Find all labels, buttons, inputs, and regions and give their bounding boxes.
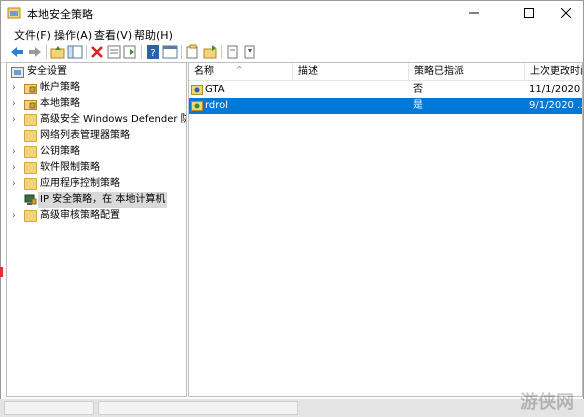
toolbar-separator (86, 45, 87, 59)
forward-icon[interactable] (27, 44, 43, 60)
folder-icon (24, 210, 37, 222)
cell-assigned: 是 (413, 100, 423, 111)
cell-name: rdrol (205, 100, 229, 111)
background-pane (4, 401, 94, 415)
chevron-right-icon[interactable]: › (12, 176, 22, 192)
policy-folder-icon (24, 84, 37, 94)
security-settings-icon (11, 67, 24, 78)
tree-item-label: IP 安全策略，在 本地计算机 (38, 192, 168, 208)
tree-item-label: 安全设置 (27, 66, 67, 77)
column-header-name[interactable]: 名称 ^ (189, 63, 293, 80)
assign-policy-icon[interactable] (202, 44, 218, 60)
close-button[interactable] (549, 1, 582, 25)
policy-list: 名称 ^ 描述 策略已指派 上次更改时间 GTA 否 11/1/2020 ... (188, 62, 583, 397)
add-remove-icon[interactable] (225, 44, 241, 60)
close-icon (560, 8, 571, 18)
tree-item-label: 本地策略 (40, 98, 80, 109)
tree-item-label: 公钥策略 (40, 146, 80, 157)
background-edge-mark (0, 267, 3, 277)
new-policy-icon[interactable] (185, 44, 201, 60)
folder-icon (24, 146, 37, 158)
chevron-right-icon[interactable]: › (12, 96, 22, 112)
minimize-button[interactable] (457, 1, 490, 25)
chevron-right-icon[interactable]: › (12, 144, 22, 160)
cell-name: GTA (205, 84, 225, 95)
tree-item-label: 软件限制策略 (40, 162, 100, 173)
up-folder-icon[interactable] (50, 44, 66, 60)
folder-icon (24, 178, 37, 190)
menu-help[interactable]: 帮助(H) (134, 27, 173, 43)
tree-item-label: 应用程序控制策略 (40, 178, 120, 189)
chevron-right-icon[interactable]: › (12, 112, 22, 128)
list-header: 名称 ^ 描述 策略已指派 上次更改时间 (189, 63, 582, 81)
local-security-policy-window: 本地安全策略 文件(F) 操作(A) 查看(V) 帮助(H) ? 安全设置 › … (0, 0, 584, 400)
cell-modified: 11/1/2020 ... (529, 84, 582, 95)
background-window-strip (0, 399, 584, 417)
chevron-right-icon[interactable]: › (12, 160, 22, 176)
window-title: 本地安全策略 (27, 8, 93, 21)
menu-action[interactable]: 操作(A) (54, 27, 92, 43)
delete-icon[interactable] (89, 44, 105, 60)
folder-icon (24, 114, 37, 126)
folder-icon (24, 162, 37, 174)
toolbar-separator (141, 45, 142, 59)
title-bar: 本地安全策略 (1, 1, 583, 25)
console-icon[interactable] (162, 44, 178, 60)
ip-security-icon (24, 194, 37, 205)
properties-icon[interactable] (106, 44, 122, 60)
toolbar-separator (221, 45, 222, 59)
show-hide-tree-icon[interactable] (67, 44, 83, 60)
column-label: 上次更改时间 (530, 66, 582, 77)
menu-bar: 文件(F) 操作(A) 查看(V) 帮助(H) (1, 25, 583, 42)
maximize-icon (523, 8, 534, 18)
chevron-right-icon[interactable]: › (12, 80, 22, 96)
column-header-description[interactable]: 描述 (293, 63, 409, 80)
watermark: 游侠网 (520, 392, 574, 413)
cell-assigned: 否 (413, 84, 423, 95)
ip-policy-icon (191, 85, 203, 95)
column-header-policy-assigned[interactable]: 策略已指派 (409, 63, 525, 80)
navigation-tree: 安全设置 › 帐户策略 › 本地策略 › 高级安全 Windows Defend… (6, 62, 187, 397)
tree-item-label: 高级安全 Windows Defender 防火墙 (40, 114, 186, 125)
help-icon[interactable]: ? (145, 44, 161, 60)
tree-item-label: 帐户策略 (40, 82, 80, 93)
column-label: 描述 (298, 66, 318, 77)
policy-folder-icon (24, 100, 37, 110)
list-row[interactable]: GTA 否 11/1/2020 ... (189, 82, 582, 98)
local-security-policy-icon (7, 7, 21, 19)
menu-view[interactable]: 查看(V) (94, 27, 132, 43)
sort-ascending-icon: ^ (236, 65, 243, 74)
back-icon[interactable] (9, 44, 25, 60)
ip-policy-assigned-icon (191, 101, 203, 111)
toolbar-separator (46, 45, 47, 59)
refresh-icon[interactable] (122, 44, 138, 60)
column-label: 策略已指派 (414, 66, 464, 77)
minimize-icon (468, 12, 479, 14)
cell-modified: 9/1/2020 ... (529, 100, 582, 111)
toolbar-separator (181, 45, 182, 59)
background-pane (98, 401, 298, 415)
tree-item-label: 网络列表管理器策略 (40, 130, 130, 141)
column-label: 名称 (194, 66, 214, 77)
maximize-button[interactable] (512, 1, 545, 25)
toolbar: ? (1, 42, 583, 63)
manage-filters-icon[interactable] (242, 44, 258, 60)
folder-icon (24, 130, 37, 142)
menu-file[interactable]: 文件(F) (14, 27, 51, 43)
column-header-last-modified[interactable]: 上次更改时间 (525, 63, 582, 80)
chevron-right-icon[interactable]: › (12, 208, 22, 224)
tree-item-label: 高级审核策略配置 (40, 210, 120, 221)
svg-text:?: ? (150, 48, 155, 59)
list-row[interactable]: rdrol 是 9/1/2020 ... (189, 98, 582, 114)
